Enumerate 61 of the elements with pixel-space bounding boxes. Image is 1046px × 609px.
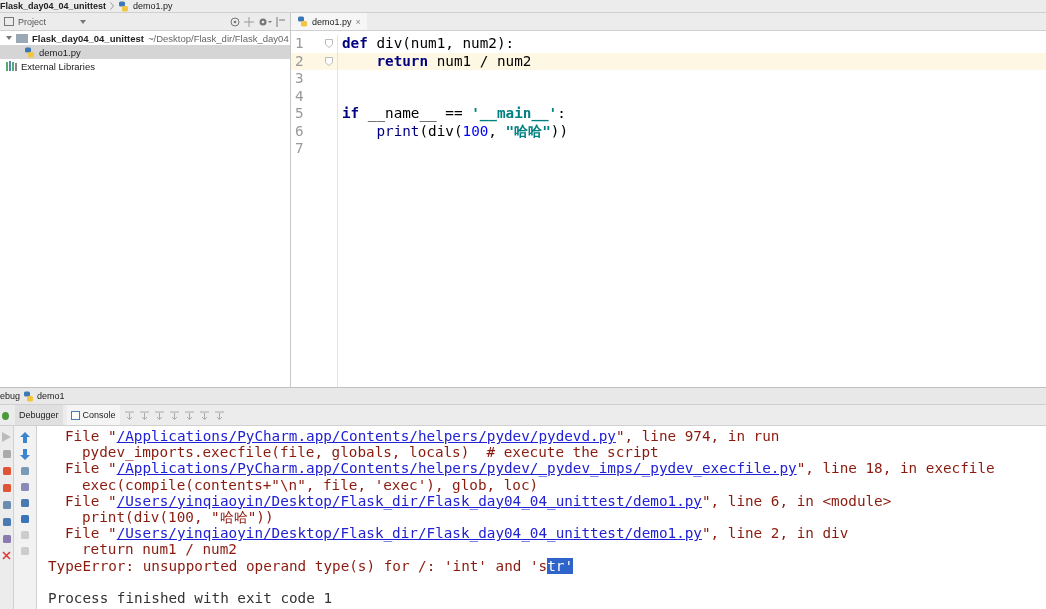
- console-line: File "/Users/yinqiaoyin/Desktop/Flask_dir/Flask_day04_04_unittest/demo1.py", line 2, in div: [65, 525, 849, 542]
- code-line: print(div(100, "哈哈")): [375, 122, 568, 139]
- line-number: 3: [295, 70, 304, 88]
- tree-item-label: External Libraries: [21, 60, 95, 72]
- library-icon: [6, 61, 17, 71]
- resume-icon[interactable]: [2, 432, 11, 442]
- file-link[interactable]: /Users/yinqiaoyin/Desktop/Flask_dir/Flask_day04_04_unittest/demo1.py: [116, 525, 702, 542]
- breadcrumb-project[interactable]: Flask_day04_04_unittest: [0, 1, 107, 11]
- editor-tab[interactable]: demo1.py ×: [291, 13, 367, 30]
- locate-icon[interactable]: [230, 16, 240, 27]
- expand-arrow-icon[interactable]: [6, 35, 12, 41]
- tree-row[interactable]: External Libraries: [0, 59, 290, 73]
- console-icon: [70, 410, 80, 420]
- up-arrow-icon[interactable]: [20, 432, 30, 443]
- line-number: 4: [295, 87, 304, 105]
- code-line: if __name__ == '__main__':: [342, 105, 566, 121]
- line-number: 7: [295, 140, 304, 158]
- line-number: 1: [295, 35, 304, 53]
- line-number: 6: [295, 122, 304, 140]
- console-line: File "/Applications/PyCharm.app/Contents/helpers/pydev/pydevd.py", line 974, in run: [65, 428, 780, 445]
- line-number: 2: [295, 52, 304, 70]
- console-line: File "/Users/yinqiaoyin/Desktop/Flask_dir/Flask_day04_04_unittest/demo1.py", line 6, in <module>: [65, 492, 892, 509]
- run-configuration: demo1: [37, 391, 65, 401]
- python-file-icon: [297, 16, 308, 27]
- project-view-icon: [4, 17, 14, 26]
- fold-marker-icon[interactable]: [325, 56, 333, 66]
- step-over-icon[interactable]: [123, 409, 135, 421]
- panel-title: ebug: [0, 391, 21, 401]
- console-line: exec(compile(contents+"\n", file, 'exec'), glob, loc): [82, 476, 539, 493]
- close-tab-icon[interactable]: ×: [355, 16, 361, 27]
- breadcrumb-file[interactable]: demo1.py: [133, 1, 173, 11]
- console-line: TypeError: unsupported operand type(s) for /: 'int' and 'str': [48, 557, 574, 574]
- debug-tab[interactable]: Console: [66, 405, 120, 425]
- down-arrow-icon[interactable]: [20, 449, 30, 460]
- line-number: 5: [295, 105, 304, 123]
- folder-path: ~/Desktop/Flask_dir/Flask_day04: [147, 32, 289, 44]
- python-file-icon: [118, 0, 130, 12]
- tree-row[interactable]: demo1.py: [0, 45, 290, 59]
- file-link[interactable]: /Applications/PyCharm.app/Contents/helpers/pydev/pydevd.py: [116, 428, 616, 444]
- close-icon[interactable]: [2, 551, 11, 560]
- file-link[interactable]: /Applications/PyCharm.app/Contents/helpers/pydev/_pydev_imps/_pydev_execfile.py: [116, 460, 797, 477]
- tree-item-label: demo1.py: [39, 46, 81, 58]
- console-line: pydev_imports.execfile(file, globals, locals) # execute the script: [82, 444, 659, 461]
- console-line: return num1 / num2: [82, 541, 237, 558]
- debug-tab[interactable]: Debugger: [15, 405, 63, 425]
- dropdown-arrow-icon[interactable]: [80, 19, 86, 24]
- console-line: File "/Applications/PyCharm.app/Contents/helpers/pydev/_pydev_imps/_pydev_execfile.py", line 18, in execfile: [65, 460, 995, 477]
- fold-marker-icon[interactable]: [325, 39, 333, 48]
- code-line: def div(num1, num2):: [342, 35, 515, 51]
- python-file-icon: [24, 46, 35, 58]
- code-line: return num1 / num2: [375, 52, 532, 69]
- python-file-icon: [23, 390, 35, 402]
- project-view-selector[interactable]: Project: [18, 16, 46, 27]
- chevron-icon: [110, 2, 115, 10]
- settings-icon[interactable]: [258, 16, 272, 27]
- file-link[interactable]: /Users/yinqiaoyin/Desktop/Flask_dir/Flask_day04_04_unittest/demo1.py: [116, 492, 702, 509]
- console-line: print(div(100, "哈哈")): [82, 508, 274, 526]
- tree-item-label: Flask_day04_04_unittest: [32, 32, 144, 44]
- folder-icon: [16, 33, 28, 43]
- tree-row[interactable]: Flask_day04_04_unittest ~/Desktop/Flask_dir/Flask_day04: [0, 31, 290, 45]
- console-line: Process finished with exit code 1: [48, 589, 333, 607]
